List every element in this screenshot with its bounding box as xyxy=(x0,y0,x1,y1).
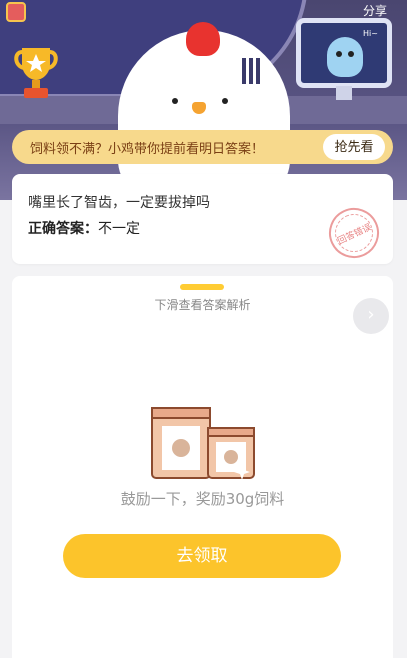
monitor: Hi~ xyxy=(296,18,392,88)
chicken-comb xyxy=(186,22,220,56)
chicken-eye-right xyxy=(222,98,228,104)
hero-illustration: Hi~ 分享 xyxy=(0,0,407,200)
question-text: 嘴里长了智齿，一定要拔掉吗 xyxy=(28,195,210,211)
stamp-text: 回答错误 xyxy=(336,222,374,247)
chevron-right-icon[interactable]: › xyxy=(353,298,389,334)
monitor-stand xyxy=(336,86,352,100)
claim-reward-button[interactable]: 去领取 xyxy=(63,534,341,578)
alien-icon xyxy=(327,37,363,77)
correct-answer: 正确答案：不一定 xyxy=(28,218,140,238)
chicken-eye-left xyxy=(172,98,178,104)
wrong-answer-stamp: 回答错误 xyxy=(320,199,388,267)
badge-icon xyxy=(6,2,26,22)
share-button[interactable]: 分享 xyxy=(363,2,387,19)
answer-value: 不一定 xyxy=(98,221,140,237)
preview-button[interactable]: 抢先看 xyxy=(323,134,385,160)
trophy-icon xyxy=(14,48,58,98)
monitor-greeting: Hi~ xyxy=(363,29,378,38)
banner-text: 饲料领不满？小鸡带你提前看明日答案！ xyxy=(30,142,265,157)
answer-explanation-card: 下滑查看答案解析 › 鼓励一下，奖励30g饲料 去领取 xyxy=(12,276,393,658)
drag-handle[interactable] xyxy=(180,284,224,290)
reward-text: 鼓励一下，奖励30g饲料 xyxy=(120,490,285,508)
sweat-lines-icon xyxy=(242,58,262,84)
feed-bag-icon xyxy=(151,407,255,480)
preview-banner[interactable]: 饲料领不满？小鸡带你提前看明日答案！ 抢先看 xyxy=(12,130,393,164)
answer-label: 正确答案： xyxy=(28,221,98,237)
question-card: 嘴里长了智齿，一定要拔掉吗 正确答案：不一定 回答错误 xyxy=(12,174,393,267)
swipe-hint: 下滑查看答案解析 xyxy=(154,298,251,312)
